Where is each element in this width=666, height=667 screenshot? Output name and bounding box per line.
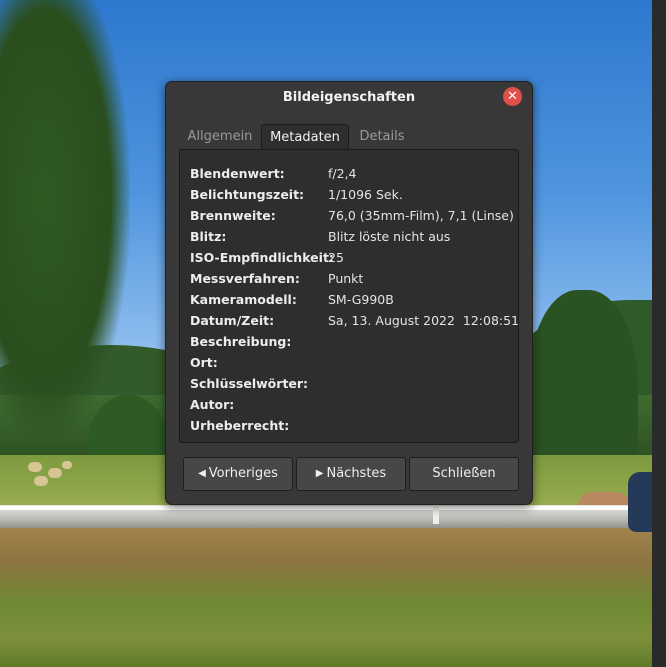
next-button-label: Nächstes bbox=[326, 466, 387, 481]
hay-bale bbox=[28, 462, 42, 472]
field-label: Schlüsselwörter: bbox=[190, 376, 309, 391]
field-label: Blendenwert: bbox=[190, 166, 285, 181]
previous-button[interactable]: ◀ Vorheriges bbox=[183, 457, 293, 491]
field-label: Urheberrecht: bbox=[190, 418, 290, 433]
hay-bale bbox=[48, 468, 62, 478]
hay-bale bbox=[34, 476, 48, 486]
window-edge bbox=[652, 0, 666, 667]
metadata-row: Blitz: Blitz löste nicht aus bbox=[190, 226, 515, 247]
metadata-row: Messverfahren: Punkt bbox=[190, 268, 515, 289]
metadata-row: Urheberrecht: bbox=[190, 415, 515, 436]
field-label: Blitz: bbox=[190, 229, 227, 244]
tree-left bbox=[0, 0, 130, 440]
field-label: Kameramodell: bbox=[190, 292, 297, 307]
metadata-row: Kameramodell: SM-G990B bbox=[190, 289, 515, 310]
tab-metadaten[interactable]: Metadaten bbox=[261, 124, 349, 151]
field-label: Brennweite: bbox=[190, 208, 276, 223]
field-value: Blitz löste nicht aus bbox=[328, 229, 451, 244]
metadata-row: Brennweite: 76,0 (35mm-Film), 7,1 (Linse… bbox=[190, 205, 515, 226]
metadata-row: Datum/Zeit: Sa, 13. August 2022 12:08:51 bbox=[190, 310, 519, 331]
hay-bale bbox=[62, 461, 72, 469]
image-properties-dialog: Bildeigenschaften ✕ Allgemein Metadaten … bbox=[165, 81, 533, 505]
metadata-row: Schlüsselwörter: bbox=[190, 373, 515, 394]
tab-details[interactable]: Details bbox=[352, 124, 412, 150]
field-label: Autor: bbox=[190, 397, 235, 412]
field-value: Sa, 13. August 2022 12:08:51 bbox=[328, 313, 520, 328]
field-label: Beschreibung: bbox=[190, 334, 292, 349]
metadata-panel: Blendenwert: f/2,4 Belichtungszeit: 1/10… bbox=[179, 149, 519, 443]
field-value: 25 bbox=[328, 250, 344, 265]
field-value: 76,0 (35mm-Film), 7,1 (Linse) bbox=[328, 208, 514, 223]
field-label: Datum/Zeit: bbox=[190, 313, 275, 328]
arrow-right-icon: ▶ bbox=[315, 468, 324, 479]
metadata-row: Blendenwert: f/2,4 bbox=[190, 163, 515, 184]
metadata-row: Belichtungszeit: 1/1096 Sek. bbox=[190, 184, 515, 205]
dialog-title: Bildeigenschaften bbox=[282, 90, 416, 105]
metadata-row: Ort: bbox=[190, 352, 515, 373]
close-icon[interactable]: ✕ bbox=[503, 87, 522, 106]
field-label: Messverfahren: bbox=[190, 271, 300, 286]
field-label: ISO-Empfindlichkeit: bbox=[190, 250, 334, 265]
metadata-row: ISO-Empfindlichkeit: 25 bbox=[190, 247, 515, 268]
previous-button-label: Vorheriges bbox=[208, 466, 278, 481]
metadata-row: Autor: bbox=[190, 394, 515, 415]
field-label: Belichtungszeit: bbox=[190, 187, 305, 202]
dialog-titlebar[interactable]: Bildeigenschaften ✕ bbox=[166, 82, 532, 112]
metadata-row: Beschreibung: bbox=[190, 331, 515, 352]
tab-allgemein[interactable]: Allgemein bbox=[180, 124, 260, 150]
field-value: SM-G990B bbox=[328, 292, 394, 307]
field-value: 1/1096 Sek. bbox=[328, 187, 403, 202]
arrow-left-icon: ◀ bbox=[198, 468, 206, 479]
next-button[interactable]: ▶ Nächstes bbox=[296, 457, 406, 491]
close-button[interactable]: Schließen bbox=[409, 457, 519, 491]
field-value: f/2,4 bbox=[328, 166, 357, 181]
field-label: Ort: bbox=[190, 355, 218, 370]
field-value: Punkt bbox=[328, 271, 364, 286]
guard-rail bbox=[0, 506, 666, 510]
foreground-grass bbox=[0, 528, 666, 667]
